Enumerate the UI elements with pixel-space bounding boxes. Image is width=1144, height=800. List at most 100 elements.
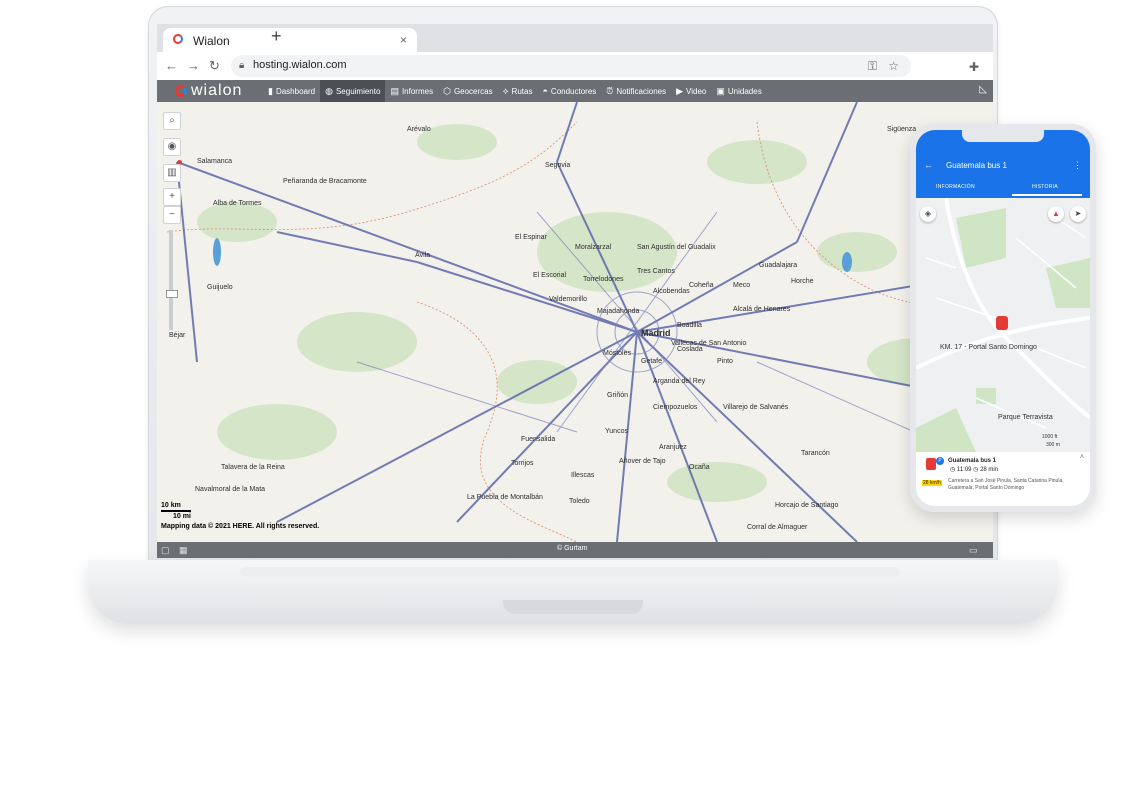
speed-badge: 28 km/h	[922, 480, 942, 486]
map-label: El Escorial	[533, 272, 567, 279]
map-label: La Puebla de Montalbán	[467, 494, 543, 501]
map-label: Arganda del Rey	[653, 378, 706, 385]
zoom-in-button[interactable]: +	[163, 188, 181, 206]
bus-icon: ▣	[716, 85, 725, 96]
unit-time: 11:09	[956, 467, 972, 473]
url-input[interactable]: 🔒︎ hosting.wialon.com ⚿ ☆	[231, 55, 911, 77]
tab-historia[interactable]: HISTORIA	[1032, 184, 1058, 190]
laptop-keyboard-strip	[240, 567, 900, 577]
menu-item-label: Seguimiento	[335, 86, 381, 96]
map-layers-icon[interactable]: ▥	[163, 164, 181, 182]
back-arrow-icon[interactable]: ←	[165, 58, 178, 73]
unit-duration: 28 min	[980, 467, 999, 473]
menu-item-notificaciones[interactable]: ⏰︎ Notificaciones	[601, 80, 671, 102]
alarm-icon: ⏰︎	[606, 85, 614, 96]
scale-km: 10 km	[161, 502, 181, 509]
menu-item-unidades[interactable]: ▣ Unidades	[711, 80, 766, 102]
zoom-out-button[interactable]: −	[163, 206, 181, 224]
laptop-notch	[503, 600, 643, 614]
map-label: Pinto	[717, 358, 733, 365]
navigate-icon[interactable]: ➤	[1070, 206, 1086, 222]
ruler-icon[interactable]: ◺	[979, 84, 987, 95]
map-label: Ávila	[415, 252, 431, 259]
address-bar: ← → ↻ 🔒︎ hosting.wialon.com ⚿ ☆ ✚	[157, 52, 993, 81]
map-label: Fuensalida	[521, 436, 556, 443]
search-icon[interactable]: ⌕	[163, 112, 181, 130]
map-label: Madrid	[641, 328, 671, 338]
map-label-portal: KM. 17 - Portal Santo Domingo	[940, 344, 1037, 351]
map-view[interactable]: Arévalo Salamanca Segovia Peñaranda de Brac…	[157, 102, 993, 542]
bus-icon	[926, 458, 936, 470]
zoom-slider-track[interactable]	[169, 230, 173, 330]
layers-icon[interactable]: ◈	[920, 206, 936, 222]
lock-icon: 🔒︎	[239, 60, 245, 71]
tab-informacion[interactable]: INFORMACIÓN	[936, 184, 975, 190]
phone-scale-m: 300 m	[1046, 442, 1060, 448]
menu-item-label: Informes	[401, 86, 434, 96]
zoom-slider-handle[interactable]	[166, 290, 178, 298]
map-label: Illescas	[571, 472, 595, 479]
eye-icon[interactable]: ◉	[163, 138, 181, 156]
map-label: Griñón	[607, 392, 629, 399]
menu-item-label: Conductores	[550, 86, 597, 96]
map-label: Móstoles	[603, 350, 632, 357]
map-label: Salamanca	[197, 158, 233, 165]
scale-mi: 10 mi	[173, 513, 191, 520]
more-vert-icon[interactable]: ⋮	[1073, 160, 1082, 171]
map-label: Corral de Almaguer	[747, 524, 808, 531]
menu-item-geocercas[interactable]: ⬡ Geocercas	[438, 80, 498, 102]
menu-item-dashboard[interactable]: ▮ Dashboard	[263, 80, 320, 102]
unit-address: Carretera a San José Pinula, Santa Catar…	[948, 478, 1064, 491]
menu-item-rutas[interactable]: ⟡ Rutas	[498, 80, 538, 102]
map-label: El Espinar	[515, 234, 547, 241]
new-tab-button[interactable]: +	[271, 26, 282, 47]
map-label: Moralzarzal	[575, 244, 612, 251]
map-label: Aranjuez	[659, 444, 687, 451]
compass-icon[interactable]: ▲	[1048, 206, 1064, 222]
driver-icon: ◓	[542, 86, 548, 96]
map-label: Alba de Tormes	[213, 200, 262, 207]
bus-marker-icon[interactable]	[996, 316, 1008, 330]
menu-item-informes[interactable]: ▤ Informes	[385, 80, 438, 102]
menu-item-video[interactable]: ▶ Video	[671, 80, 711, 102]
unit-card[interactable]: P Guatemala bus 1 ˄ ◷ 11:09 ◷ 28 min 28 …	[916, 452, 1090, 506]
star-icon[interactable]: ☆	[888, 59, 899, 73]
wialon-logo-text: wialon	[191, 82, 243, 99]
panel-toggle-icon[interactable]: ▢	[161, 545, 170, 556]
grid-icon[interactable]: ▦	[179, 545, 188, 556]
phone-notch	[962, 130, 1044, 142]
menu-item-conductores[interactable]: ◓ Conductores	[537, 80, 601, 102]
phone-screen: ← Guatemala bus 1 ⋮ INFORMACIÓN HISTORIA…	[916, 130, 1090, 506]
map-label-parque: Parque Terravista	[998, 414, 1053, 421]
report-icon: ▤	[390, 85, 399, 96]
key-icon[interactable]: ⚿	[868, 59, 877, 74]
close-icon[interactable]: ×	[400, 33, 407, 47]
map-label: Majadahonda	[597, 308, 640, 315]
forward-arrow-icon[interactable]: →	[187, 58, 200, 73]
map-label: Añover de Tajo	[619, 458, 666, 465]
copyright-text: © Gurtam	[557, 545, 588, 552]
browser-tab[interactable]: Wialon ×	[163, 28, 417, 52]
geofence-icon: ⬡	[443, 85, 451, 96]
map-label: Toledo	[569, 498, 590, 505]
active-tab-indicator	[1012, 194, 1082, 196]
map-label: Boadilla	[677, 322, 702, 329]
back-arrow-icon[interactable]: ←	[924, 160, 933, 170]
map-label: Torrijos	[511, 460, 534, 467]
map-label: Sigüenza	[887, 126, 917, 133]
map-label: Segovia	[545, 162, 571, 169]
phone-map[interactable]: ◈ ▲ ➤ KM. 17 - Portal Santo Domingo Parq…	[916, 198, 1090, 452]
wialon-logo[interactable]: wialon	[175, 81, 242, 101]
route-icon: ⟡	[502, 85, 509, 96]
video-icon: ▶	[676, 85, 684, 96]
menu-item-seguimiento[interactable]: ◍ Seguimiento	[320, 80, 386, 102]
tab-title: Wialon	[193, 34, 230, 48]
browser-tabbar: Wialon × +	[157, 24, 993, 52]
map-label: San Agustín del Guadalix	[637, 244, 716, 251]
chevron-up-icon[interactable]: ˄	[1080, 454, 1084, 461]
reload-icon[interactable]: ↻	[209, 58, 220, 74]
phone-scale-ft: 1000 ft	[1042, 434, 1058, 440]
window-icon[interactable]: ▭	[969, 545, 978, 556]
menu-item-label: Unidades	[727, 86, 762, 96]
extensions-puzzle-icon[interactable]: ✚	[969, 60, 979, 74]
